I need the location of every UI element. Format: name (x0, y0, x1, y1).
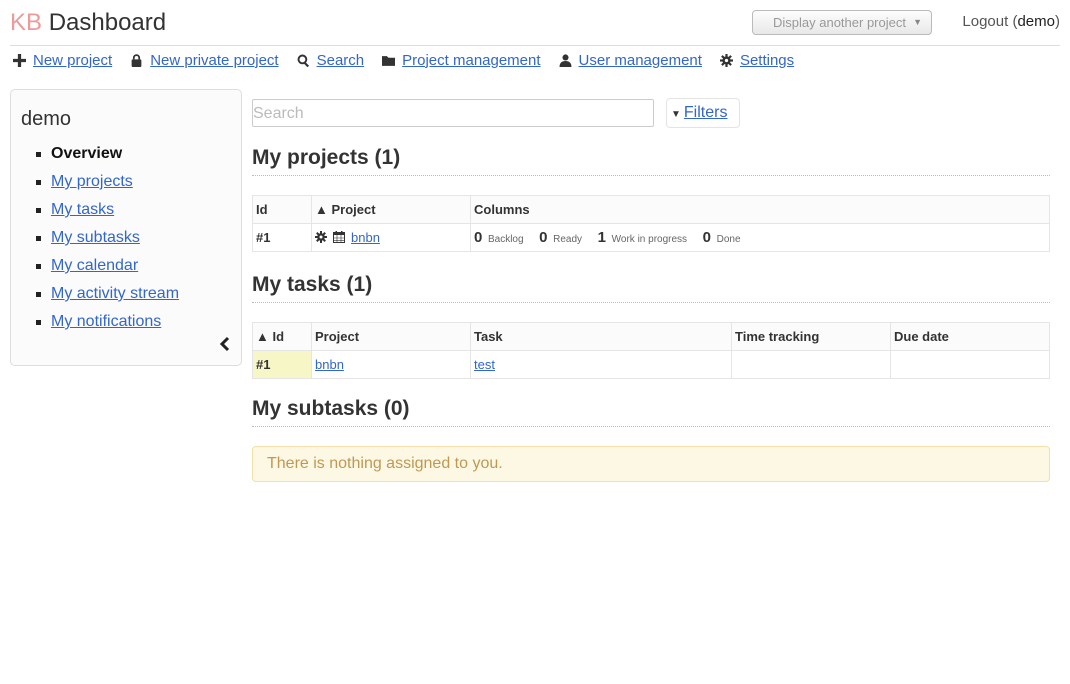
plus-icon (13, 53, 26, 67)
sidebar-item-label[interactable]: My subtasks (51, 229, 140, 246)
sidebar-item-my-activity-stream[interactable]: My activity stream (36, 280, 179, 308)
col-header-time-tracking[interactable]: Time tracking (731, 322, 891, 351)
task-due-date (890, 350, 1050, 379)
projects-section-title: My projects (1) (252, 146, 1050, 176)
col-header-project[interactable]: ▲ Project (311, 195, 471, 224)
table-header-row: ▲ Id Project Task Time tracking Due date (252, 322, 1050, 351)
sidebar-title: demo (21, 108, 72, 130)
sidebar-item-label[interactable]: My projects (51, 173, 133, 190)
menu-label[interactable]: Project management (402, 52, 540, 69)
project-cell: bnbn (311, 223, 471, 252)
column-name: Work in progress (611, 234, 688, 245)
menu-label[interactable]: User management (579, 52, 702, 69)
sidebar-item-label[interactable]: My calendar (51, 257, 138, 274)
calendar-icon[interactable] (333, 231, 345, 243)
empty-alert: There is nothing assigned to you. (252, 446, 1050, 482)
column-count: 0 (474, 229, 483, 246)
tasks-section-title: My tasks (1) (252, 273, 1050, 303)
sidebar-item-label[interactable]: My activity stream (51, 285, 179, 302)
logo-kb: KB (10, 9, 43, 36)
task-id[interactable]: #1 (252, 350, 312, 379)
menu-settings[interactable]: Settings (719, 52, 794, 69)
project-link[interactable]: bnbn (351, 230, 380, 245)
sidebar-item-overview[interactable]: Overview (36, 140, 179, 168)
lock-icon (131, 53, 142, 67)
sidebar-item-my-projects[interactable]: My projects (36, 168, 179, 196)
search-input[interactable] (252, 99, 654, 127)
column-name: Backlog (487, 234, 524, 245)
sidebar-item-my-tasks[interactable]: My tasks (36, 196, 179, 224)
col-header-project[interactable]: Project (311, 322, 471, 351)
column-count: 0 (539, 229, 548, 246)
menu-new-private-project[interactable]: New private project (130, 52, 279, 69)
table-header-row: Id ▲ Project Columns (252, 195, 1050, 224)
logout-link[interactable]: Logout (962, 13, 1008, 30)
task-title-cell: test (470, 350, 732, 379)
chevron-left-icon[interactable] (218, 336, 232, 352)
column-name: Done (716, 234, 741, 245)
table-row: #1 bnbn 0 Backlog 0 Ready 1 Work in prog… (252, 223, 1050, 252)
top-menu: New project New private project Search P… (13, 50, 812, 70)
sidebar: demo Overview My projects My tasks My su… (10, 89, 242, 366)
tasks-table: ▲ Id Project Task Time tracking Due date… (252, 322, 1050, 379)
col-header-due-date[interactable]: Due date (890, 322, 1050, 351)
table-row: #1 bnbn test (252, 350, 1050, 379)
folder-icon (382, 55, 396, 66)
col-header-task[interactable]: Task (470, 322, 732, 351)
sidebar-list: Overview My projects My tasks My subtask… (36, 140, 179, 336)
menu-label[interactable]: Settings (740, 52, 794, 69)
filters-label[interactable]: Filters (684, 104, 728, 121)
filters-dropdown[interactable]: ▼ Filters (666, 98, 740, 128)
subtasks-section-title: My subtasks (0) (252, 397, 1050, 427)
column-count: 1 (597, 229, 607, 246)
column-name: Ready (553, 234, 583, 245)
user-area: Logout (demo) (962, 13, 1060, 30)
task-project-cell: bnbn (311, 350, 471, 379)
col-header-id[interactable]: ▲ Id (252, 322, 312, 351)
chevron-down-icon: ▼ (913, 17, 922, 27)
search-icon (297, 54, 309, 67)
project-selector-label: Display another project (773, 15, 906, 30)
menu-search[interactable]: Search (297, 52, 365, 69)
gear-icon[interactable] (315, 231, 327, 243)
menu-project-management[interactable]: Project management (382, 52, 541, 69)
sidebar-item-my-subtasks[interactable]: My subtasks (36, 224, 179, 252)
sidebar-item-my-notifications[interactable]: My notifications (36, 308, 179, 336)
page-title: Dashboard (48, 9, 167, 36)
app-logo[interactable]: KB Dashboard (10, 9, 166, 37)
project-id: #1 (252, 223, 312, 252)
col-header-id[interactable]: Id (252, 195, 312, 224)
project-selector-dropdown[interactable]: Display another project ▼ (752, 10, 932, 35)
menu-user-management[interactable]: User management (559, 52, 702, 69)
menu-label[interactable]: Search (317, 52, 365, 69)
projects-table: Id ▲ Project Columns #1 bnbn 0 Backlog 0… (252, 195, 1050, 252)
menu-label[interactable]: New project (33, 52, 112, 69)
menu-new-project[interactable]: New project (13, 52, 112, 69)
col-header-columns: Columns (470, 195, 1050, 224)
task-time-tracking (731, 350, 891, 379)
sidebar-item-label[interactable]: My notifications (51, 313, 161, 330)
sidebar-item-label: Overview (51, 145, 123, 162)
username[interactable]: demo (1017, 13, 1055, 30)
header: KB Dashboard Display another project ▼ L… (10, 0, 1060, 46)
menu-label[interactable]: New private project (150, 52, 278, 69)
sidebar-item-my-calendar[interactable]: My calendar (36, 252, 179, 280)
user-icon (559, 53, 571, 67)
caret-down-icon: ▼ (671, 109, 681, 120)
gear-icon (719, 53, 733, 67)
column-count: 0 (702, 229, 712, 246)
sidebar-item-label[interactable]: My tasks (51, 201, 114, 218)
project-columns-cell: 0 Backlog 0 Ready 1 Work in progress 0 D… (470, 223, 1050, 252)
task-link[interactable]: test (474, 357, 495, 372)
task-project-link[interactable]: bnbn (315, 357, 344, 372)
